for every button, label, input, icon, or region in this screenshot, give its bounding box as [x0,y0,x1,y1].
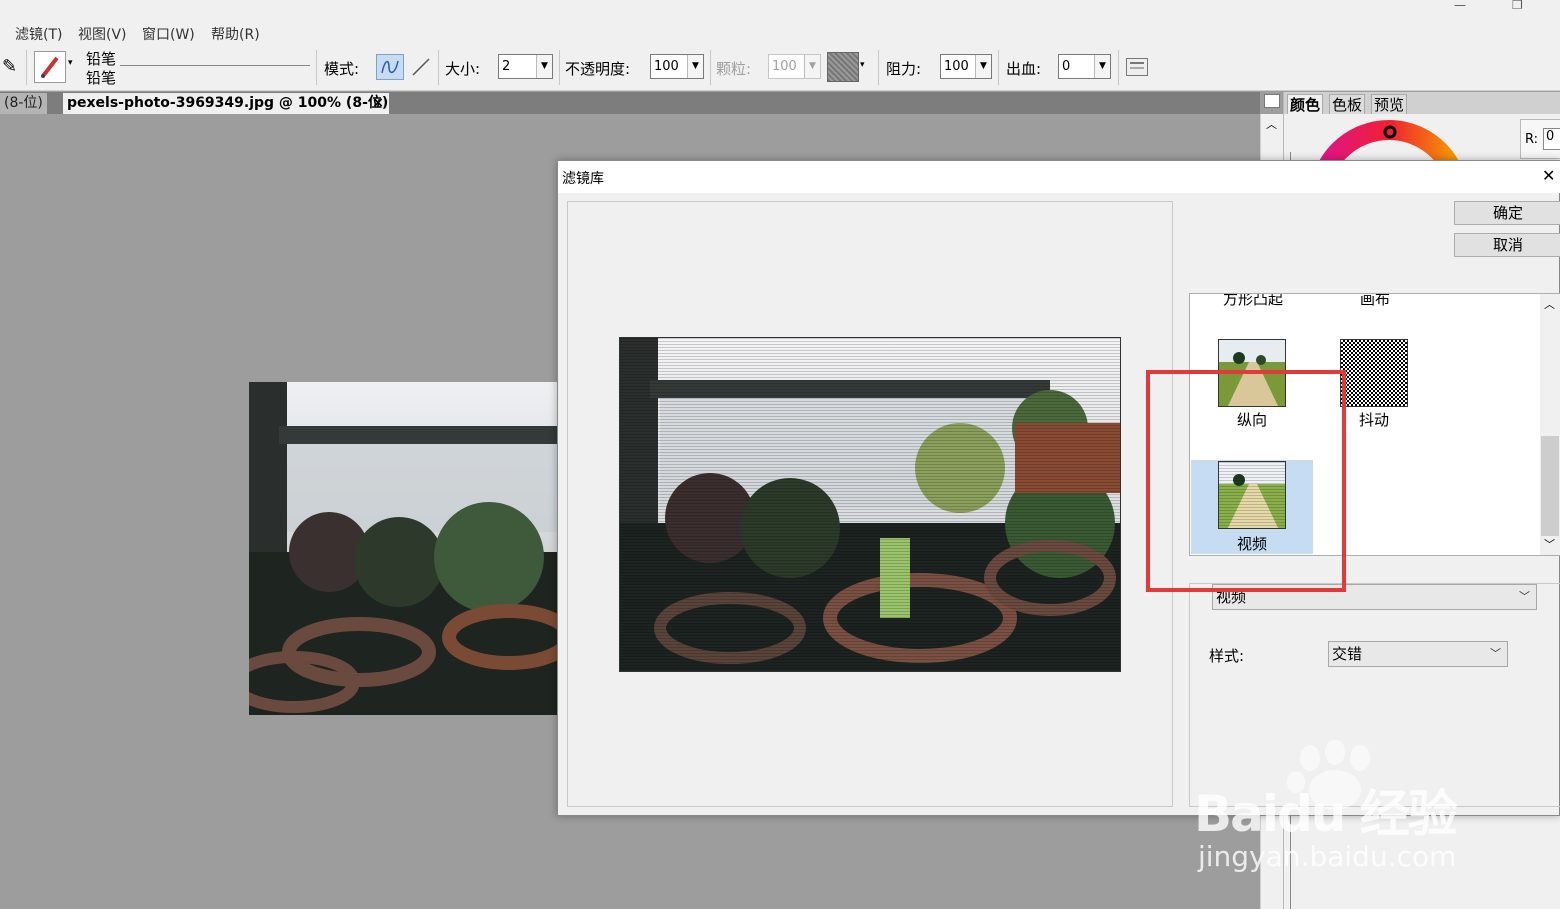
tool-variant: 铅笔 [86,69,117,87]
maximize-icon[interactable]: ❐ [1512,0,1532,12]
size-label: 大小: [445,60,481,78]
chevron-down-icon[interactable]: ▼ [975,55,991,78]
filter-list-scrollbar[interactable]: ︿ ﹀ [1540,294,1560,555]
panel-collapse-icon[interactable] [1264,94,1280,108]
chevron-down-icon[interactable]: ▼ [687,55,703,78]
bleed-label: 出血: [1006,60,1042,78]
style-select[interactable]: 交错 ﹀ [1328,641,1508,667]
menu-view[interactable]: 视图(V) [78,24,127,44]
filter-item-dither[interactable]: 抖动 [1340,339,1450,437]
tab-preview[interactable]: 预览 [1371,94,1408,114]
menu-window[interactable]: 窗口(W) [142,24,195,44]
document-tab-prev[interactable]: (8-位) [0,93,47,114]
tool-options-bar: ✎ ▾ 铅笔 铅笔 模式: 大小: 2 ▼ 不透明度: 100 ▼ 颗粒: 100 ▼… [0,44,1560,91]
menu-filter[interactable]: 滤镜(T) [15,24,62,44]
close-icon[interactable]: × [372,93,384,114]
menu-bar: 滤镜(T) 视图(V) 窗口(W) 帮助(R) — ❐ [0,0,1560,44]
chevron-down-icon: ﹀ [1490,647,1501,660]
chevron-down-icon[interactable]: ▾ [68,58,73,68]
chevron-down-icon: ▼ [804,55,820,78]
filter-preview-area [567,201,1173,807]
opacity-label: 不透明度: [565,60,631,78]
canvas-photo[interactable] [249,382,558,715]
dialog-titlebar: 滤镜库 ✕ [558,161,1560,193]
chevron-down-icon[interactable]: ▾ [860,60,865,70]
style-label: 样式: [1209,647,1245,665]
grain-label: 颗粒: [716,60,752,78]
minimize-icon[interactable]: — [1454,0,1474,12]
chevron-up-icon[interactable]: ︿ [1544,296,1555,312]
paper-texture-swatch[interactable] [827,52,859,82]
ok-button[interactable]: 确定 [1454,201,1560,225]
dialog-title: 滤镜库 [562,171,604,187]
options-panel-icon[interactable] [1126,58,1148,76]
opacity-combo[interactable]: 100 ▼ [650,54,704,79]
chevron-up-icon[interactable]: ︿ [1266,116,1277,132]
filter-settings-panel: 视频 ﹀ 样式: 交错 ﹀ [1189,583,1560,807]
scrollbar-thumb[interactable] [1541,436,1559,536]
straight-line-mode-icon[interactable] [408,54,434,80]
annotation-highlight-box [1146,370,1346,592]
close-icon[interactable]: ✕ [1542,166,1555,185]
panel-tab-bar [1284,92,1560,114]
chevron-down-icon[interactable]: ﹀ [1544,536,1555,552]
filter-label-partial: 方形凸起 [1222,293,1283,308]
chevron-down-icon[interactable]: ▼ [1094,55,1110,78]
cancel-button[interactable]: 取消 [1454,233,1560,257]
tool-name: 铅笔 [86,50,117,68]
chevron-down-icon[interactable]: ▼ [536,55,552,78]
bleed-combo[interactable]: 0 ▼ [1058,54,1111,79]
mode-label: 模式: [324,60,360,78]
tab-color[interactable]: 颜色 [1287,94,1324,114]
freehand-mode-icon[interactable] [376,54,404,80]
color-wheel[interactable] [1304,120,1474,160]
document-tab-strip: (8-位) pexels-photo-3969349.jpg @ 100% (8… [0,92,1260,114]
grain-combo: 100 ▼ [768,54,821,79]
document-tab-active[interactable]: pexels-photo-3969349.jpg @ 100% (8-位) × [63,93,389,114]
resistance-combo[interactable]: 100 ▼ [940,54,992,79]
rgb-box: R: 0 [1520,119,1560,159]
filter-preview-image[interactable] [619,337,1121,672]
filter-gallery-dialog: 滤镜库 ✕ 确定 取消 方形凸起 画布 纵向 抖动 视频 ︿ ﹀ 视频 ﹀ 样式… [557,160,1560,816]
document-tab-title: pexels-photo-3969349.jpg @ 100% (8-位) [67,95,389,111]
menu-help[interactable]: 帮助(R) [211,24,260,44]
resistance-label: 阻力: [886,60,922,78]
filter-thumb-dither [1340,339,1408,407]
brush-icon[interactable]: ✎ [2,56,17,77]
tab-swatches[interactable]: 色板 [1329,94,1366,114]
r-label: R: [1525,132,1539,147]
chevron-down-icon: ﹀ [1519,590,1530,603]
divider [120,65,310,66]
pencil-tool-icon[interactable] [34,51,66,83]
size-combo[interactable]: 2 ▼ [498,54,553,79]
r-value-input[interactable]: 0 [1543,128,1560,150]
filter-label-partial: 画布 [1359,293,1390,308]
